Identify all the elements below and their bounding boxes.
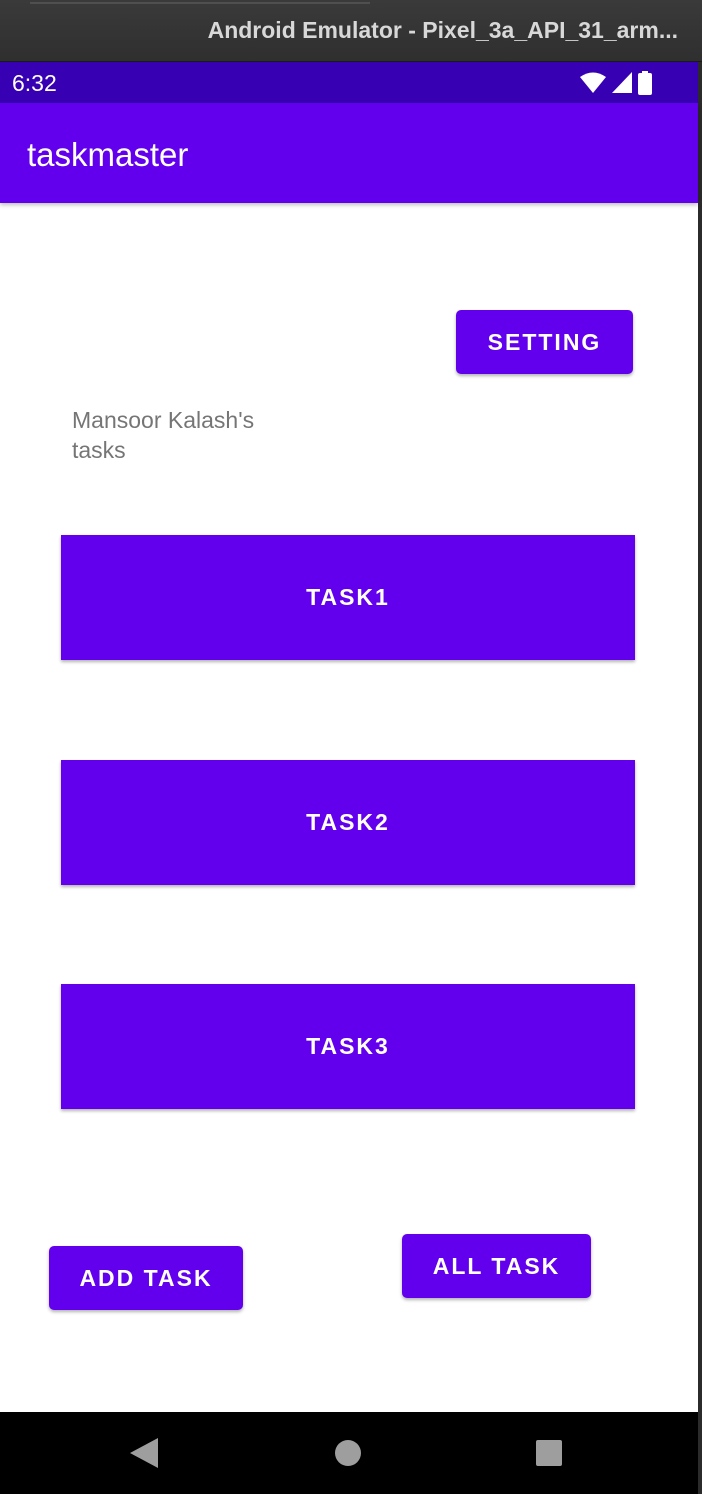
task2-button[interactable]: TASK2 — [61, 760, 635, 885]
wifi-icon — [580, 72, 606, 94]
back-icon[interactable] — [114, 1412, 174, 1494]
emulator-title-bar: Android Emulator - Pixel_3a_API_31_arm..… — [0, 0, 702, 62]
app-bar: taskmaster — [0, 103, 698, 203]
status-bar: 6:32 — [0, 62, 698, 103]
add-task-button[interactable]: ADD TASK — [49, 1246, 243, 1310]
phone-screen: 6:32 taskmaster SETTING Mansoor Kalash's… — [0, 62, 698, 1494]
status-time: 6:32 — [12, 70, 57, 96]
all-task-button[interactable]: ALL TASK — [402, 1234, 591, 1298]
battery-icon — [638, 71, 652, 95]
task3-button[interactable]: TASK3 — [61, 984, 635, 1109]
window-title: Android Emulator - Pixel_3a_API_31_arm..… — [207, 17, 678, 43]
home-icon[interactable] — [318, 1412, 378, 1494]
recents-icon[interactable] — [519, 1412, 579, 1494]
app-title: taskmaster — [27, 136, 189, 173]
emulator-side-strip — [698, 62, 702, 1494]
status-icons — [580, 71, 652, 95]
setting-button[interactable]: SETTING — [456, 310, 633, 374]
owner-tasks-label: Mansoor Kalash's tasks — [72, 407, 255, 463]
cell-signal-icon — [612, 72, 632, 94]
navigation-bar — [0, 1412, 698, 1494]
background-tabs — [30, 0, 370, 4]
task1-button[interactable]: TASK1 — [61, 535, 635, 660]
